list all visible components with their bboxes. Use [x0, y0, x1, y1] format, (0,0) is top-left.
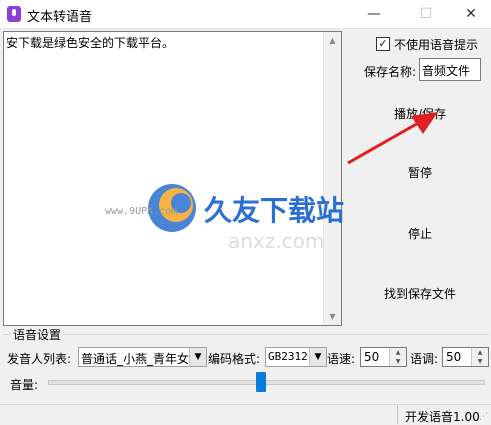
encoding-select[interactable]: GB2312 ▼ [265, 347, 327, 367]
right-panel: ✓ 不使用语音提示 保存名称: 音频文件 播放/保存 暂停 停止 找到保存文件 [345, 31, 491, 321]
status-text: 开发语音1.00 [405, 410, 480, 424]
pitch-label: 语调: [410, 352, 439, 366]
checkmark-icon[interactable]: ✓ [376, 37, 390, 51]
speaker-select[interactable]: 普通话_小燕_青年女 ▼ [78, 347, 207, 367]
find-saved-file-button[interactable]: 找到保存文件 [359, 282, 481, 306]
encoding-label: 编码格式: [208, 352, 261, 366]
text-content: 安下载是绿色安全的下载平台。 [6, 36, 175, 50]
speed-stepper[interactable]: 50 ▲ ▼ [360, 347, 407, 367]
pitch-stepper[interactable]: 50 ▲ ▼ [442, 347, 489, 367]
volume-slider-track[interactable] [48, 380, 485, 385]
speed-value: 50 [364, 350, 380, 364]
increase-icon[interactable]: ▲ [389, 348, 406, 357]
window-title: 文本转语音 [27, 10, 93, 25]
increase-icon[interactable]: ▲ [471, 348, 488, 357]
save-name-label: 保存名称: [364, 65, 417, 79]
close-button[interactable]: ✕ [451, 0, 491, 28]
scroll-down-icon[interactable]: ▼ [324, 308, 341, 325]
volume-label: 音量: [10, 378, 39, 392]
resize-grip-icon[interactable]: ⋰ [479, 412, 489, 422]
pitch-value: 50 [446, 350, 462, 364]
minimize-button[interactable]: — [354, 0, 394, 28]
chevron-down-icon[interactable]: ▼ [309, 348, 326, 366]
status-bar: 开发语音1.00 ⋰ [0, 404, 491, 424]
speaker-label: 发音人列表: [7, 352, 72, 366]
save-name-input[interactable]: 音频文件 [419, 58, 481, 81]
stop-button[interactable]: 停止 [359, 222, 481, 246]
no-voice-hint-label: 不使用语音提示 [394, 38, 479, 52]
chevron-down-icon[interactable]: ▼ [189, 348, 206, 366]
pause-button[interactable]: 暂停 [359, 161, 481, 185]
volume-slider-thumb[interactable] [256, 372, 267, 392]
play-save-button[interactable]: 播放/保存 [359, 102, 481, 126]
text-input-area[interactable]: 安下载是绿色安全的下载平台。 ▲ ▼ [3, 31, 342, 326]
decrease-icon[interactable]: ▼ [389, 357, 406, 366]
group-title: 语音设置 [11, 326, 64, 343]
speaker-value: 普通话_小燕_青年女 [81, 352, 190, 366]
microphone-icon [7, 6, 21, 22]
encoding-value: GB2312 [268, 350, 308, 363]
decrease-icon[interactable]: ▼ [471, 357, 488, 366]
maximize-button[interactable]: ☐ [406, 0, 446, 28]
voice-settings-group: 语音设置 [3, 326, 489, 405]
vertical-scrollbar[interactable]: ▲ ▼ [323, 32, 341, 325]
title-bar: 文本转语音 — ☐ ✕ [0, 0, 491, 29]
speed-label: 语速: [327, 352, 356, 366]
status-divider [397, 405, 398, 424]
scroll-up-icon[interactable]: ▲ [324, 32, 341, 49]
